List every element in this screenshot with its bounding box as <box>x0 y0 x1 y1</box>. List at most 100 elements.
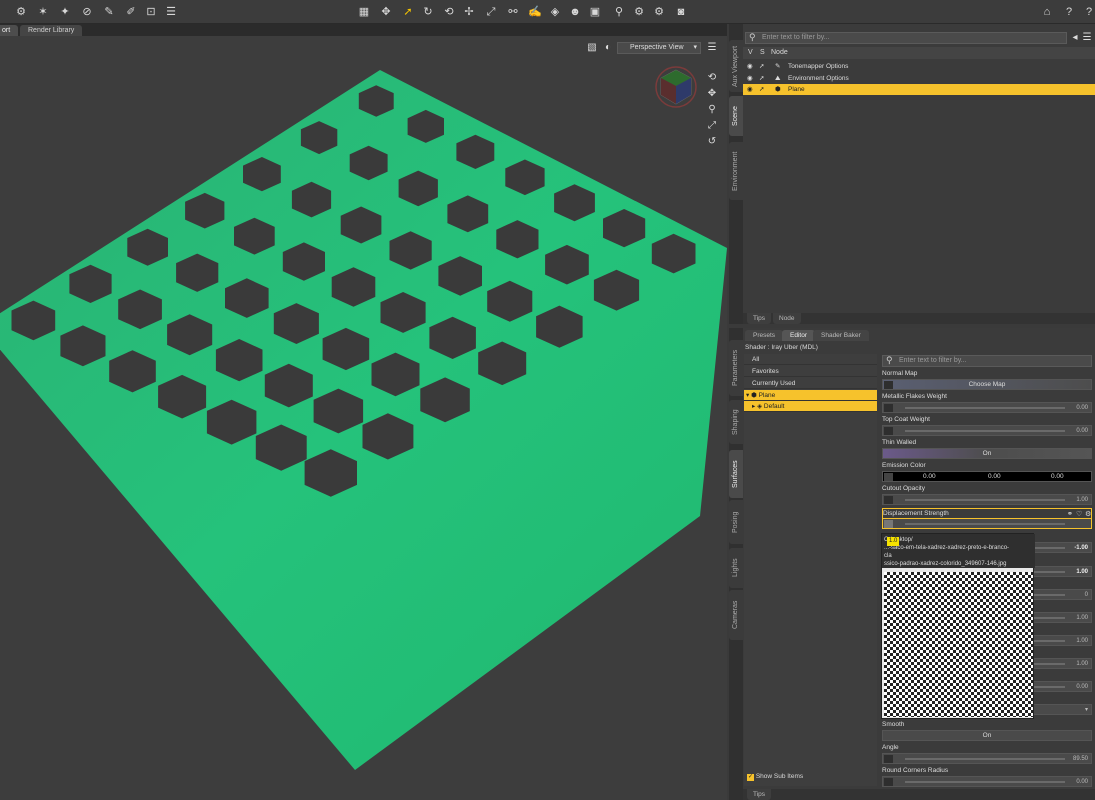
scene-row-environment[interactable]: ◉ ➚ ⛰ Environment Options <box>743 73 1095 84</box>
tab-surfaces[interactable]: Surfaces <box>729 450 743 498</box>
eye-icon[interactable]: ◉ <box>747 73 753 84</box>
3d-viewport[interactable]: Perspective View ▾ ▧ ◐ ☰ ⟲ ✥ ⚲ ⤢ ↺ <box>0 36 727 800</box>
tab-tips[interactable]: Tips <box>747 789 772 800</box>
rotate-tool-icon[interactable]: ↻ <box>421 5 435 19</box>
orbit-icon[interactable]: ⟲ <box>706 72 718 84</box>
help-tools-icon[interactable]: ? <box>1062 5 1076 19</box>
pane-menu-icon[interactable]: ☰ <box>1081 32 1093 44</box>
joint-editor-icon[interactable]: ✶ <box>36 5 50 19</box>
slider-track[interactable] <box>905 758 1065 760</box>
favorite-heart-icon[interactable]: ♡ <box>1076 510 1082 518</box>
render-settings-icon[interactable]: ⚙ <box>632 5 646 19</box>
property-filter-input[interactable]: ⚲ Enter text to filter by... <box>882 355 1092 367</box>
viewport-menu-icon[interactable]: ☰ <box>706 42 718 54</box>
slider-track[interactable] <box>905 781 1065 783</box>
region-icon[interactable]: ⊡ <box>144 5 158 19</box>
thin-walled-toggle[interactable]: On <box>882 448 1092 459</box>
show-sub-items[interactable]: ✓ Show Sub Items <box>747 772 803 781</box>
universal-tool-icon[interactable]: ✥ <box>379 5 393 19</box>
eye-icon[interactable]: ◉ <box>747 84 753 95</box>
scale-tool-icon[interactable]: ⤢ <box>484 5 498 19</box>
map-dropdown-icon[interactable] <box>884 755 893 763</box>
view-select[interactable]: Perspective View ▾ <box>617 42 701 54</box>
tab-posing[interactable]: Posing <box>729 500 743 544</box>
smooth-toggle[interactable]: On <box>882 730 1092 741</box>
brush-icon[interactable]: ✐ <box>124 5 138 19</box>
draw-style-icon[interactable]: ◐ <box>602 42 614 54</box>
spot-render-icon[interactable]: ⚲ <box>612 5 626 19</box>
select-icon[interactable]: ➚ <box>759 61 764 72</box>
tab-cameras[interactable]: Cameras <box>729 590 743 640</box>
scene-row-plane[interactable]: ◉ ➚ ⬢ Plane <box>743 84 1095 95</box>
chevron-down-icon[interactable]: ▾ <box>1085 705 1088 715</box>
select-icon[interactable]: ➚ <box>759 73 764 84</box>
help-icon[interactable]: ? <box>1082 5 1095 19</box>
viewport-options-icon[interactable]: ▧ <box>586 42 598 54</box>
tab-node[interactable]: Node <box>773 313 801 324</box>
tab-editor[interactable]: Editor <box>782 330 815 341</box>
figure-tool-icon[interactable]: ☻ <box>568 5 582 19</box>
settings-gear-icon[interactable]: ⚙ <box>1085 510 1091 518</box>
normal-map-control[interactable]: Choose Map <box>882 379 1092 390</box>
tab-tips[interactable]: Tips <box>747 313 772 324</box>
tree-item-all[interactable]: All <box>744 354 877 365</box>
tab-shader-baker[interactable]: Shader Baker <box>813 330 869 341</box>
round-corners-slider[interactable]: 0.00 <box>882 776 1092 787</box>
tab-aux-viewport[interactable]: Aux Viewport <box>729 40 743 92</box>
scene-filter-input[interactable]: ⚲ Enter text to filter by... <box>745 32 1067 44</box>
map-dropdown-icon[interactable] <box>884 496 893 504</box>
tree-item-default[interactable]: ▸ ◈ Default <box>744 401 877 412</box>
move-tool-icon[interactable]: ✢ <box>462 5 476 19</box>
displacement-strength-slider[interactable] <box>882 518 1092 529</box>
view-cube[interactable] <box>655 66 697 108</box>
map-dropdown-icon[interactable] <box>884 520 893 528</box>
cutout-opacity-slider[interactable]: 1.00 <box>882 494 1092 505</box>
expand-arrow-icon[interactable]: ▸ <box>752 403 755 410</box>
slider-track[interactable] <box>905 499 1065 501</box>
figure-setup-icon[interactable]: ⚙ <box>14 5 28 19</box>
tab-lights[interactable]: Lights <box>729 548 743 588</box>
map-dropdown-icon[interactable] <box>884 404 893 412</box>
zoom-icon[interactable]: ⚲ <box>706 104 718 116</box>
tab-render-library[interactable]: Render Library <box>20 25 83 36</box>
checkbox-checked-icon[interactable]: ✓ <box>747 774 754 781</box>
tab-presets[interactable]: Presets <box>745 330 784 341</box>
pointer-icon[interactable]: ➚ <box>401 5 415 19</box>
reset-view-icon[interactable]: ↺ <box>706 136 718 148</box>
emission-color-control[interactable]: 0.00 0.00 0.00 <box>882 471 1092 482</box>
link-icon[interactable]: ⚭ <box>1067 510 1073 518</box>
dforce-icon[interactable]: ◈ <box>548 5 562 19</box>
eye-icon[interactable]: ◉ <box>747 61 753 72</box>
angle-slider[interactable]: 89.50 <box>882 753 1092 764</box>
expand-arrow-icon[interactable]: ▾ <box>746 392 749 399</box>
home-icon[interactable]: ⌂ <box>1040 5 1054 19</box>
tab-environment[interactable]: Environment <box>729 142 743 200</box>
slider-track[interactable] <box>905 523 1065 525</box>
map-dropdown-icon[interactable] <box>884 427 893 435</box>
joint-tool-icon[interactable]: ⚯ <box>506 5 520 19</box>
power-pose-icon[interactable]: ✎ <box>102 5 116 19</box>
tab-viewport[interactable]: ort <box>0 25 19 36</box>
render-settings-gear-icon[interactable]: ⚙ <box>652 5 666 19</box>
tab-shaping[interactable]: Shaping <box>729 400 743 444</box>
metallic-flakes-slider[interactable]: 0.00 <box>882 402 1092 413</box>
back-arrow-icon[interactable]: ◂ <box>1069 32 1081 44</box>
tab-parameters[interactable]: Parameters <box>729 340 743 396</box>
slider-track[interactable] <box>905 430 1065 432</box>
no-icon[interactable]: ⊘ <box>80 5 94 19</box>
tab-scene[interactable]: Scene <box>729 96 743 136</box>
translate-tool-icon[interactable]: ⟲ <box>442 5 456 19</box>
tree-item-currently-used[interactable]: Currently Used <box>744 378 877 389</box>
tree-item-favorites[interactable]: Favorites <box>744 366 877 377</box>
tree-item-plane[interactable]: ▾ ⬢ Plane <box>744 390 877 401</box>
geometry-editor-icon[interactable]: ✦ <box>58 5 72 19</box>
select-icon[interactable]: ➚ <box>759 84 764 95</box>
frame-icon[interactable]: ⤢ <box>706 120 718 132</box>
top-coat-weight-slider[interactable]: 0.00 <box>882 425 1092 436</box>
slider-track[interactable] <box>905 407 1065 409</box>
pan-icon[interactable]: ✥ <box>706 88 718 100</box>
render-icon[interactable]: ◙ <box>674 5 688 19</box>
map-dropdown-icon[interactable] <box>884 778 893 786</box>
camera-tool-icon[interactable]: ▣ <box>588 5 602 19</box>
node-selection-icon[interactable]: ▦ <box>357 5 371 19</box>
